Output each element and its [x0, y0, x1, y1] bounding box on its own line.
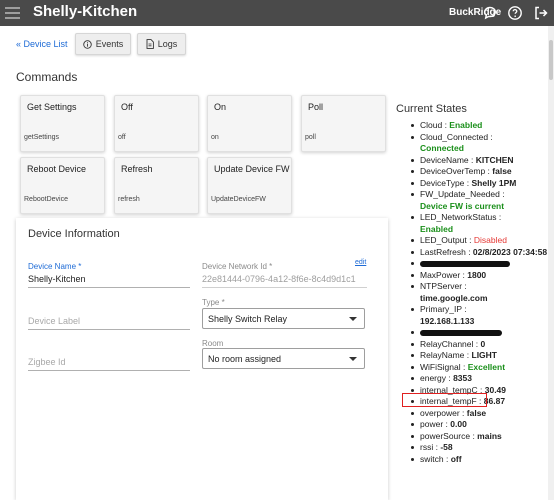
scrollbar-thumb[interactable] [549, 40, 553, 80]
command-method: off [118, 134, 126, 141]
command-poll[interactable]: Poll poll [301, 95, 386, 152]
state-item-value: time.google.com [420, 292, 488, 303]
commands-heading: Commands [16, 70, 78, 84]
command-update-device-fw[interactable]: Update Device FW UpdateDeviceFW [207, 157, 292, 214]
command-method: poll [305, 134, 316, 141]
command-refresh[interactable]: Refresh refresh [114, 157, 199, 214]
state-item: LED_NetworkStatus : [408, 212, 554, 224]
device-list-link[interactable]: « Device List [16, 39, 68, 49]
chevron-down-icon [349, 357, 357, 361]
menu-icon[interactable] [5, 5, 20, 21]
events-label: Events [95, 39, 124, 49]
room-select-value: No room assigned [208, 353, 282, 364]
network-id-underline [202, 287, 367, 288]
state-item: NTPServer : [408, 281, 554, 293]
device-name-input[interactable]: Shelly-Kitchen [28, 274, 188, 284]
command-name: Refresh [121, 164, 153, 174]
info-icon [83, 39, 92, 49]
type-label: Type * [202, 298, 225, 307]
logout-icon[interactable] [533, 5, 549, 21]
command-name: Get Settings [27, 102, 77, 112]
state-item: MaxPower : 1800 [408, 270, 554, 282]
page-title: Shelly-Kitchen [33, 3, 138, 20]
chevron-down-icon [349, 317, 357, 321]
edit-network-id-link[interactable]: edit [355, 259, 366, 266]
device-label-underline [28, 329, 190, 330]
state-item: switch : off [408, 454, 554, 466]
command-method: RebootDevice [24, 196, 68, 203]
help-icon[interactable] [507, 5, 523, 21]
state-item: LED_Output : Disabled [408, 235, 554, 247]
command-name: Off [121, 102, 133, 112]
device-information-heading: Device Information [28, 228, 120, 240]
command-method: refresh [118, 196, 140, 203]
state-item: RelayChannel : 0 [408, 339, 554, 351]
network-id-input: 22e81444-0796-4a12-8f6e-8c4d9d1c1 [202, 274, 356, 284]
app-bar: Shelly-Kitchen BuckRidge [0, 0, 554, 26]
device-name-label: Device Name * [28, 262, 82, 271]
room-select[interactable]: No room assigned [202, 348, 365, 369]
state-item: DeviceOverTemp : false [408, 166, 554, 178]
state-item: WiFiSignal : Excellent [408, 362, 554, 374]
device-name-underline [28, 287, 190, 288]
command-reboot-device[interactable]: Reboot Device RebootDevice [20, 157, 105, 214]
energy-highlight-box [402, 393, 487, 407]
command-name: On [214, 102, 227, 112]
state-item-value: 192.168.1.133 [420, 315, 475, 326]
command-name: Update Device FW [214, 164, 290, 174]
command-off[interactable]: Off off [114, 95, 199, 152]
state-item: Cloud_Connected : [408, 132, 554, 144]
command-on[interactable]: On on [207, 95, 292, 152]
type-select[interactable]: Shelly Switch Relay [202, 308, 365, 329]
type-select-value: Shelly Switch Relay [208, 313, 288, 324]
zigbee-id-underline [28, 370, 190, 371]
current-states-list: Cloud : Enabled Cloud_Connected : Connec… [408, 120, 554, 465]
state-item-value: Enabled [420, 223, 454, 234]
state-item: FW_Update_Needed : [408, 189, 554, 201]
events-button[interactable]: Events [75, 33, 131, 55]
command-get-settings[interactable]: Get Settings getSettings [20, 95, 105, 152]
state-item-energy: energy : 8353 [408, 373, 554, 385]
state-item: rssi : -58 [408, 442, 554, 454]
room-label: Room [202, 339, 224, 348]
command-method: on [211, 134, 219, 141]
state-item: LastRefresh : 02/8/2023 07:34:58 [408, 247, 554, 259]
device-label-input[interactable]: Device Label [28, 316, 80, 326]
document-icon [146, 39, 154, 49]
zigbee-id-input[interactable]: Zigbee Id [28, 357, 66, 367]
logs-label: Logs [157, 39, 178, 49]
redacted-state [408, 258, 554, 270]
state-item: power : 0.00 [408, 419, 554, 431]
network-id-label: Device Network Id * [202, 262, 273, 271]
command-name: Poll [308, 102, 324, 112]
state-item: DeviceType : Shelly 1PM [408, 178, 554, 190]
state-item: RelayName : LIGHT [408, 350, 554, 362]
state-item: powerSource : mains [408, 431, 554, 443]
state-item: overpower : false [408, 408, 554, 420]
state-item-value: Connected [420, 143, 464, 153]
redacted-state [408, 327, 554, 339]
state-item: Primary_IP : [408, 304, 554, 316]
command-method: UpdateDeviceFW [211, 196, 266, 203]
logs-button[interactable]: Logs [137, 33, 186, 55]
command-name: Reboot Device [27, 164, 87, 174]
state-item: DeviceName : KITCHEN [408, 155, 554, 167]
state-item-value: Device FW is current [420, 200, 505, 211]
chat-icon[interactable] [482, 5, 498, 21]
state-item: Cloud : Enabled [408, 120, 554, 132]
current-states-heading: Current States [396, 103, 467, 115]
command-method: getSettings [24, 134, 60, 141]
device-information-card: Device Information Device Name * Shelly-… [16, 218, 388, 500]
